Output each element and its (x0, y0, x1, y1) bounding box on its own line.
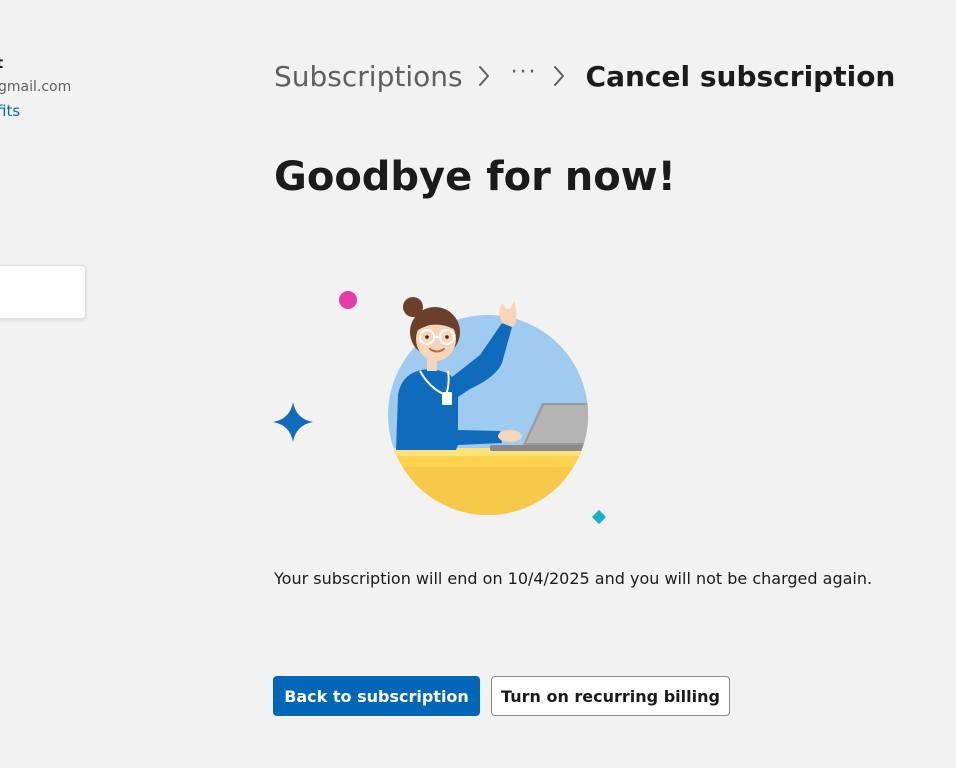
account-email: gmail.com (0, 79, 72, 95)
chevron-right-icon (552, 65, 566, 87)
account-benefits-link[interactable]: fits (0, 102, 20, 120)
left-nav-card[interactable] (0, 265, 86, 319)
breadcrumb-current: Cancel subscription (585, 59, 896, 93)
back-to-subscription-button[interactable]: Back to subscription (273, 676, 480, 716)
turn-on-recurring-billing-button[interactable]: Turn on recurring billing (491, 676, 730, 716)
page-title: Goodbye for now! (274, 154, 676, 200)
breadcrumb-more-button[interactable]: ··· (511, 60, 538, 85)
breadcrumb: Subscriptions ··· Cancel subscription (274, 56, 895, 96)
cancellation-message: Your subscription will end on 10/4/2025 … (274, 569, 873, 588)
goodbye-illustration (270, 285, 686, 535)
pink-dot-icon (339, 291, 357, 309)
breadcrumb-subscriptions-link[interactable]: Subscriptions (274, 60, 463, 93)
account-name: t (0, 54, 3, 72)
chevron-right-icon (477, 65, 491, 87)
sparkle-icon (273, 402, 313, 442)
